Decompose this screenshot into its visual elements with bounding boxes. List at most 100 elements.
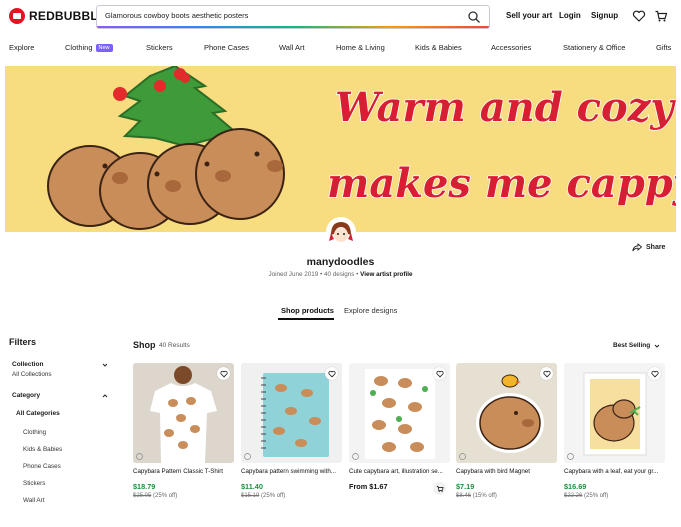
search-icon[interactable] — [467, 10, 481, 24]
filter-item[interactable]: Kids & Babies — [23, 446, 62, 453]
cat-stationery[interactable]: Stationery & Office — [563, 43, 625, 52]
shop-result-count: 40 Results — [159, 342, 190, 349]
artist-design-count: 40 designs — [323, 271, 355, 278]
active-tab-indicator — [278, 318, 334, 320]
login-link[interactable]: Login — [559, 11, 581, 20]
heart-icon — [542, 370, 551, 377]
redbubble-logo-icon — [9, 8, 25, 24]
product-price: $18.79 — [133, 482, 156, 491]
share-button[interactable]: Share — [632, 243, 665, 252]
filters-title: Filters — [9, 337, 37, 347]
product-price: From $1.67 — [349, 482, 388, 491]
product-image[interactable] — [241, 363, 342, 463]
filter-item[interactable]: Phone Cases — [23, 463, 61, 470]
cat-stickers[interactable]: Stickers — [146, 43, 173, 52]
product-title[interactable]: Capybara with bird Magnet — [456, 468, 557, 475]
tab-explore-designs[interactable]: Explore designs — [344, 306, 397, 315]
heart-icon — [435, 370, 444, 377]
artist-banner: Warm and cozy makes me cappy! — [5, 66, 676, 232]
search-bar[interactable] — [96, 5, 490, 29]
artist-name: manydoodles — [306, 256, 375, 268]
signup-link[interactable]: Signup — [591, 11, 618, 20]
cat-wall-art[interactable]: Wall Art — [279, 43, 305, 52]
discount-label: (25% off) — [153, 493, 178, 499]
sell-your-art-link[interactable]: Sell your art — [506, 11, 552, 20]
cat-accessories[interactable]: Accessories — [491, 43, 531, 52]
discount-label: (25% off) — [584, 493, 609, 499]
banner-line-1: Warm and cozy — [334, 83, 674, 132]
original-price: $15.19 — [241, 493, 260, 499]
sort-label: Best Selling — [613, 342, 651, 349]
tab-shop-products[interactable]: Shop products — [281, 306, 334, 315]
original-price: $22.26 — [564, 493, 583, 499]
heart-icon — [327, 370, 336, 377]
cat-explore[interactable]: Explore — [9, 43, 34, 52]
favorite-button[interactable] — [433, 367, 446, 380]
share-label: Share — [646, 244, 666, 251]
cat-clothing[interactable]: Clothing New — [65, 43, 113, 52]
discount-label: (15% off) — [472, 493, 497, 499]
category-nav: Explore Clothing New Stickers Phone Cases… — [0, 40, 681, 54]
top-header: REDBUBBLE Sell your art Login Signup — [0, 0, 681, 34]
favorite-button[interactable] — [540, 367, 553, 380]
banner-illustration — [47, 66, 285, 230]
filter-category-header[interactable]: Category — [12, 392, 40, 399]
heart-icon[interactable] — [632, 9, 646, 23]
info-icon[interactable] — [459, 453, 466, 460]
filter-item[interactable]: Wall Art — [23, 497, 44, 504]
add-to-cart-button[interactable] — [433, 482, 446, 495]
product-image[interactable] — [456, 363, 557, 463]
cart-icon[interactable] — [654, 9, 668, 23]
info-icon[interactable] — [136, 453, 143, 460]
product-title[interactable]: Cute capybara art, illustration se... — [349, 468, 450, 475]
profile-tabs: Shop products Explore designs — [0, 304, 681, 320]
chevron-down-icon — [654, 344, 660, 348]
info-icon[interactable] — [352, 453, 359, 460]
product-image[interactable] — [133, 363, 234, 463]
product-old-price: $25.05 (25% off) — [133, 493, 177, 499]
view-artist-profile-link[interactable]: View artist profile — [360, 271, 412, 278]
info-icon[interactable] — [567, 453, 574, 460]
cart-plus-icon — [436, 485, 444, 492]
banner-line-2: makes me cappy! — [326, 159, 676, 208]
product-old-price: $22.26 (25% off) — [564, 493, 608, 499]
filter-collection-value[interactable]: All Collections — [12, 371, 52, 378]
sort-dropdown[interactable]: Best Selling — [613, 342, 660, 349]
artist-joined: Joined June 2019 — [268, 271, 319, 278]
redbubble-logo[interactable]: REDBUBBLE — [9, 8, 106, 24]
search-input[interactable] — [105, 11, 455, 20]
product-image[interactable] — [564, 363, 665, 463]
filter-item[interactable]: Stickers — [23, 480, 45, 487]
favorite-button[interactable] — [217, 367, 230, 380]
chevron-down-icon[interactable] — [102, 362, 108, 368]
chevron-up-icon[interactable] — [102, 393, 108, 399]
heart-icon — [219, 370, 228, 377]
product-price: $11.40 — [241, 482, 263, 491]
cat-home-living[interactable]: Home & Living — [336, 43, 385, 52]
product-image[interactable] — [349, 363, 450, 463]
cat-kids-babies[interactable]: Kids & Babies — [415, 43, 462, 52]
artist-avatar[interactable] — [326, 217, 356, 247]
product-title[interactable]: Capybara pattern swimming with... — [241, 468, 342, 475]
product-old-price: $8.46 (15% off) — [456, 493, 497, 499]
logo-text: REDBUBBLE — [29, 9, 107, 23]
product-title[interactable]: Capybara with a leaf, eat your gr... — [564, 468, 665, 475]
original-price: $8.46 — [456, 493, 472, 499]
original-price: $25.05 — [133, 493, 152, 499]
product-price: $16.69 — [564, 482, 587, 491]
product-title[interactable]: Capybara Pattern Classic T-Shirt — [133, 468, 234, 475]
product-old-price: $15.19 (25% off) — [241, 493, 285, 499]
cat-phone-cases[interactable]: Phone Cases — [204, 43, 249, 52]
filter-collection-header[interactable]: Collection — [12, 361, 43, 368]
shop-title: Shop — [133, 340, 156, 350]
filter-all-categories[interactable]: All Categories — [16, 410, 60, 417]
heart-icon — [650, 370, 659, 377]
filter-item[interactable]: Clothing — [23, 429, 46, 436]
discount-label: (25% off) — [261, 493, 286, 499]
avatar-icon — [326, 217, 356, 247]
favorite-button[interactable] — [325, 367, 338, 380]
cat-clothing-label: Clothing — [65, 43, 93, 52]
cat-gifts[interactable]: Gifts — [656, 43, 671, 52]
favorite-button[interactable] — [648, 367, 661, 380]
info-icon[interactable] — [244, 453, 251, 460]
